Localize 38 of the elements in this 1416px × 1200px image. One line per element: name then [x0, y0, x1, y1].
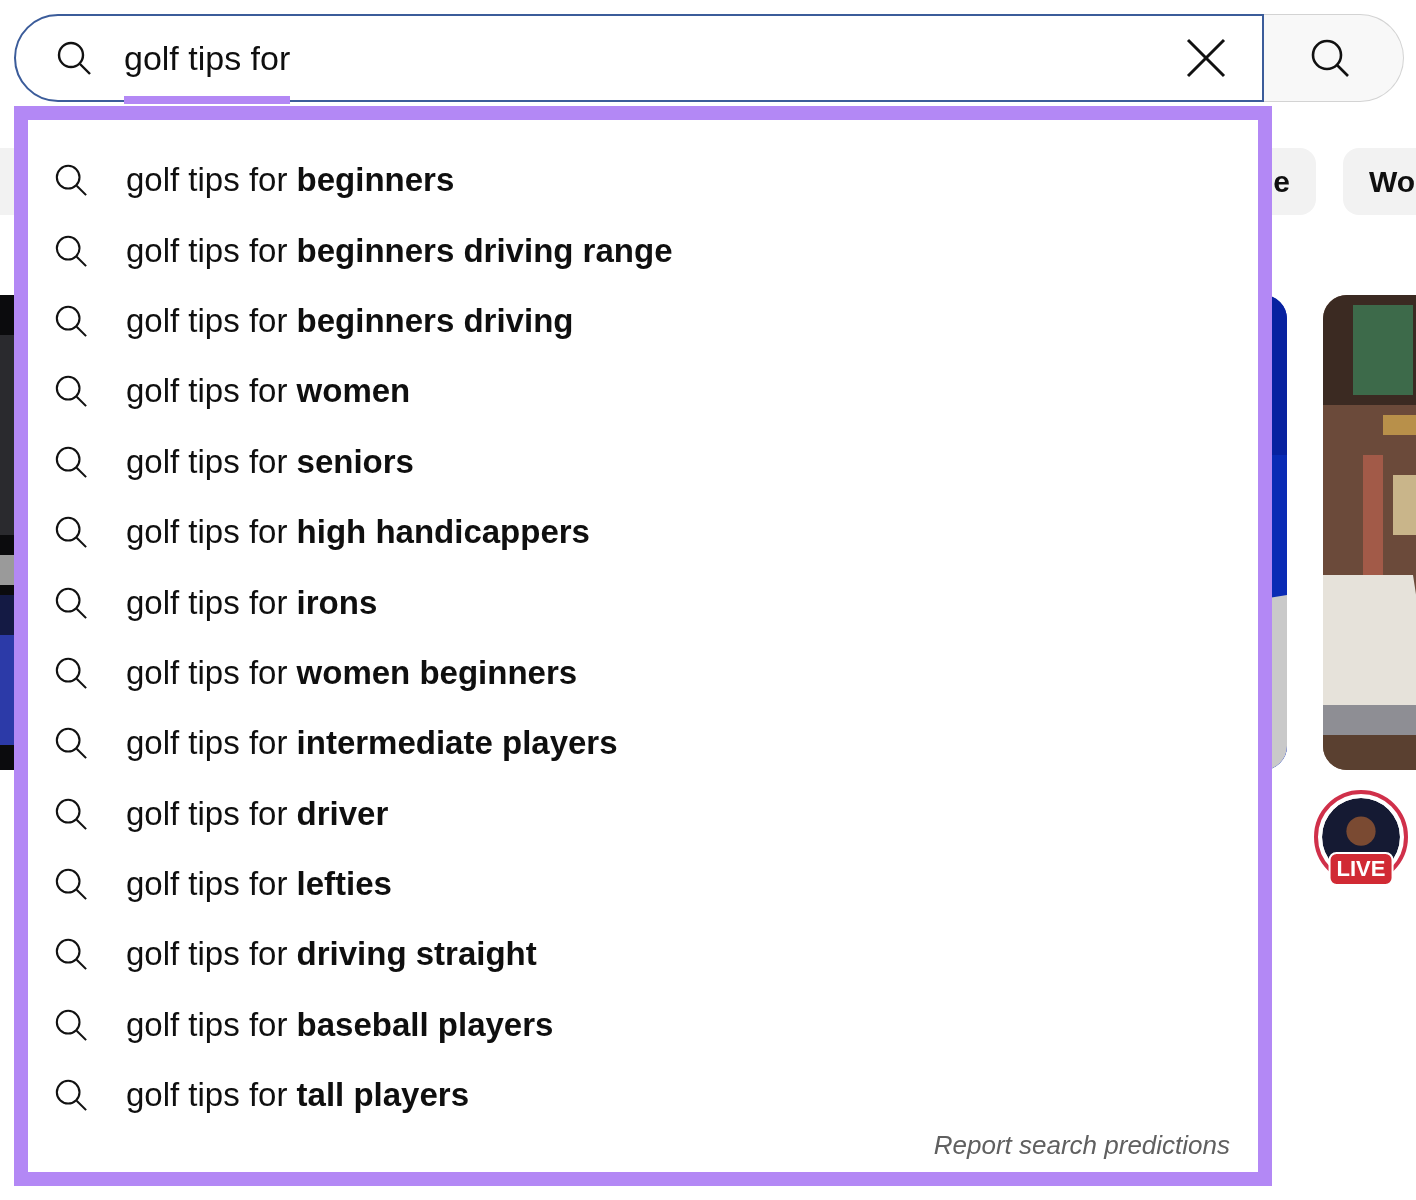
suggestion-item[interactable]: golf tips for women	[28, 356, 1258, 427]
suggestion-item[interactable]: golf tips for driver	[28, 778, 1258, 849]
search-icon	[54, 796, 88, 831]
search-icon	[54, 444, 88, 479]
search-icon	[54, 726, 88, 761]
suggestion-item[interactable]: golf tips for lefties	[28, 848, 1258, 920]
suggestion-item[interactable]: golf tips for tall players	[28, 1060, 1258, 1131]
suggestion-item[interactable]: golf tips for beginners driving	[28, 285, 1258, 357]
search-field[interactable]: golf tips for	[14, 14, 1264, 102]
suggestion-item[interactable]: golf tips for seniors	[28, 426, 1258, 497]
search-icon	[54, 585, 88, 620]
report-link[interactable]: Report search predictions	[933, 1130, 1230, 1162]
suggestion-item[interactable]: golf tips for irons	[28, 567, 1258, 638]
search-icon	[54, 233, 88, 268]
search-icon	[54, 515, 88, 550]
suggestion-item[interactable]: golf tips for driving straight	[28, 919, 1258, 990]
search-icon	[56, 40, 92, 76]
search-icon	[54, 937, 88, 972]
suggestion-item[interactable]: golf tips for high handicappers	[28, 496, 1258, 568]
suggestion-item[interactable]: golf tips for baseball players	[28, 989, 1258, 1061]
search-icon	[1309, 38, 1350, 78]
search-query: golf tips for	[124, 38, 291, 78]
suggestion-item[interactable]: golf tips for beginners driving range	[28, 215, 1258, 286]
search-icon	[54, 303, 88, 338]
live-badge: LIVE	[1328, 852, 1394, 886]
search-button[interactable]	[1264, 14, 1404, 102]
search-icon	[54, 374, 88, 409]
suggestion-item[interactable]: golf tips for beginners	[28, 145, 1258, 216]
suggestion-item[interactable]: golf tips for women beginners	[28, 637, 1258, 709]
suggestion-item[interactable]: golf tips for intermediate players	[28, 708, 1258, 779]
search-icon	[54, 163, 88, 198]
search-icon	[54, 1007, 88, 1042]
search-icon	[54, 1078, 88, 1113]
search-icon	[54, 655, 88, 690]
close-icon[interactable]	[1186, 38, 1226, 78]
live-avatar[interactable]: LIVE	[1314, 790, 1408, 884]
search-icon	[54, 867, 88, 902]
filter-chip[interactable]: Wo	[1343, 148, 1416, 215]
